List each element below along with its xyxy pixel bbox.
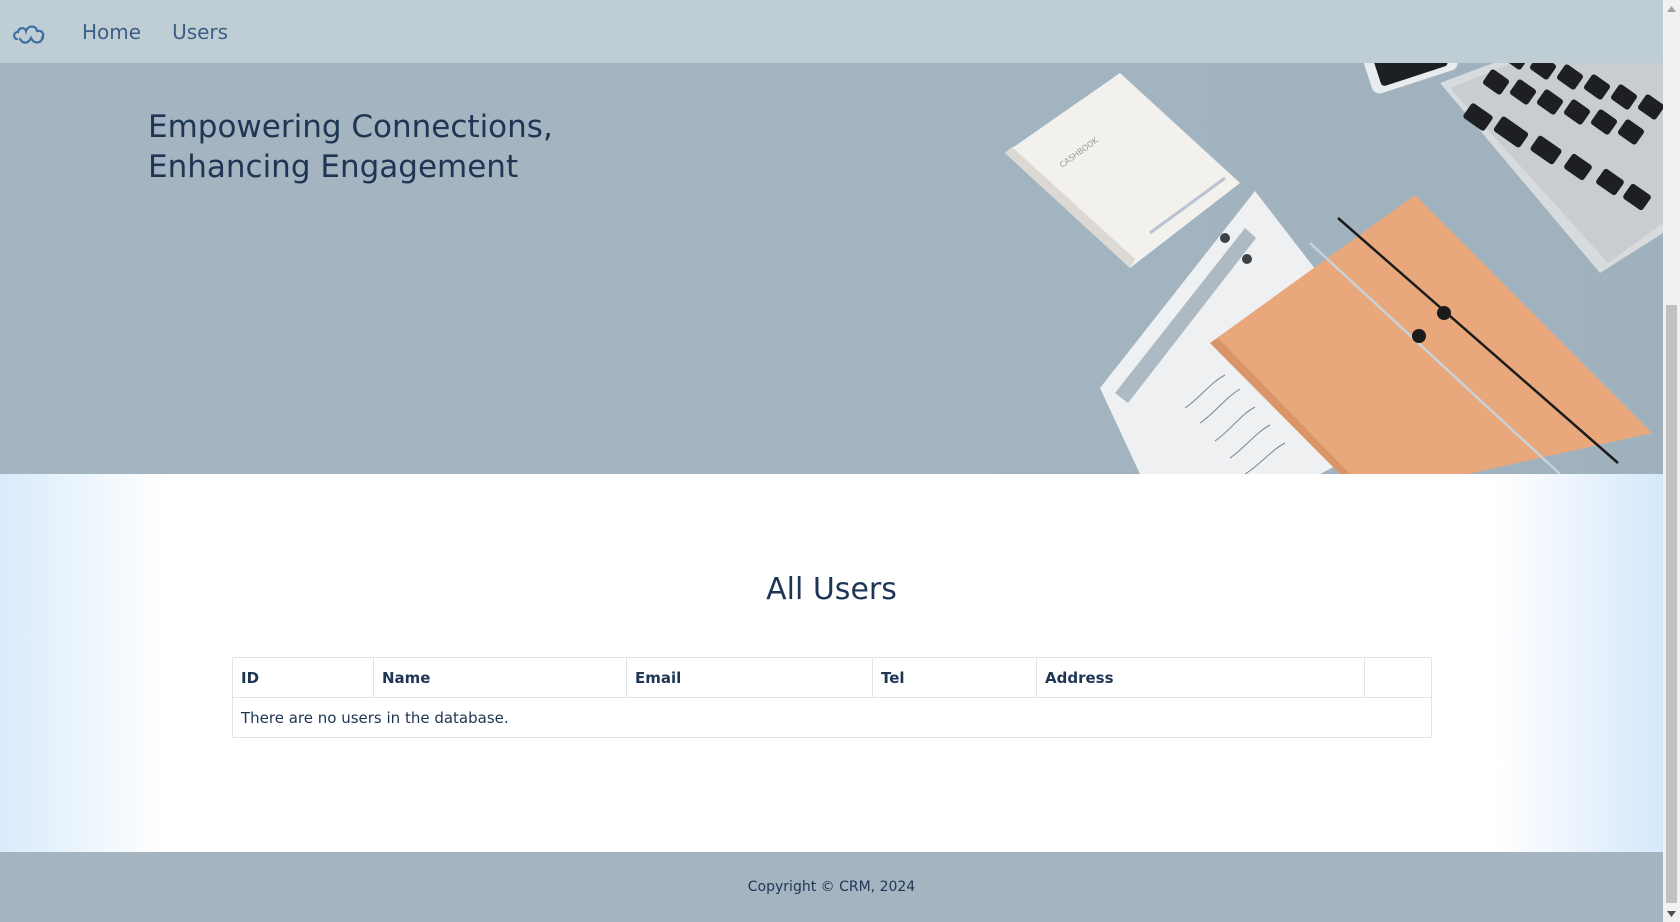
footer-copyright: Copyright © CRM, 2024 bbox=[747, 879, 916, 895]
column-header-tel: Tel bbox=[872, 657, 1037, 698]
table-header-row: ID Name Email Tel Address bbox=[232, 657, 1432, 698]
column-header-email: Email bbox=[626, 657, 873, 698]
scrollbar-thumb[interactable] bbox=[1666, 305, 1677, 903]
hero-title-line-1: Empowering Connections, bbox=[148, 109, 553, 145]
hero-title: Empowering Connections, Enhancing Engage… bbox=[148, 107, 748, 187]
navbar: Home Users bbox=[0, 0, 1663, 63]
table-row: There are no users in the database. bbox=[232, 697, 1432, 738]
scroll-up-arrow-icon[interactable] bbox=[1663, 0, 1680, 17]
hero-banner: Empowering Connections, Enhancing Engage… bbox=[0, 63, 1663, 474]
column-header-id: ID bbox=[232, 657, 374, 698]
empty-table-message: There are no users in the database. bbox=[232, 697, 1432, 738]
nav-users-link[interactable]: Users bbox=[172, 20, 228, 44]
cloud-logo-icon[interactable] bbox=[10, 17, 52, 47]
footer: Copyright © CRM, 2024 bbox=[0, 852, 1663, 922]
hero-title-line-2: Enhancing Engagement bbox=[148, 149, 519, 185]
column-header-name: Name bbox=[373, 657, 627, 698]
column-header-address: Address bbox=[1036, 657, 1365, 698]
nav-home-link[interactable]: Home bbox=[82, 20, 141, 44]
desk-flatlay-image: CASHBOOK bbox=[1005, 63, 1663, 474]
users-section: All Users ID Name Email Tel Address Ther… bbox=[0, 474, 1663, 852]
users-section-title: All Users bbox=[766, 572, 897, 607]
page: Home Users Empowering Connections, Enhan… bbox=[0, 0, 1663, 922]
users-table: ID Name Email Tel Address There are no u… bbox=[232, 657, 1432, 738]
scroll-down-arrow-icon[interactable] bbox=[1663, 905, 1680, 922]
vertical-scrollbar[interactable] bbox=[1663, 0, 1680, 922]
column-header-actions bbox=[1364, 657, 1432, 698]
